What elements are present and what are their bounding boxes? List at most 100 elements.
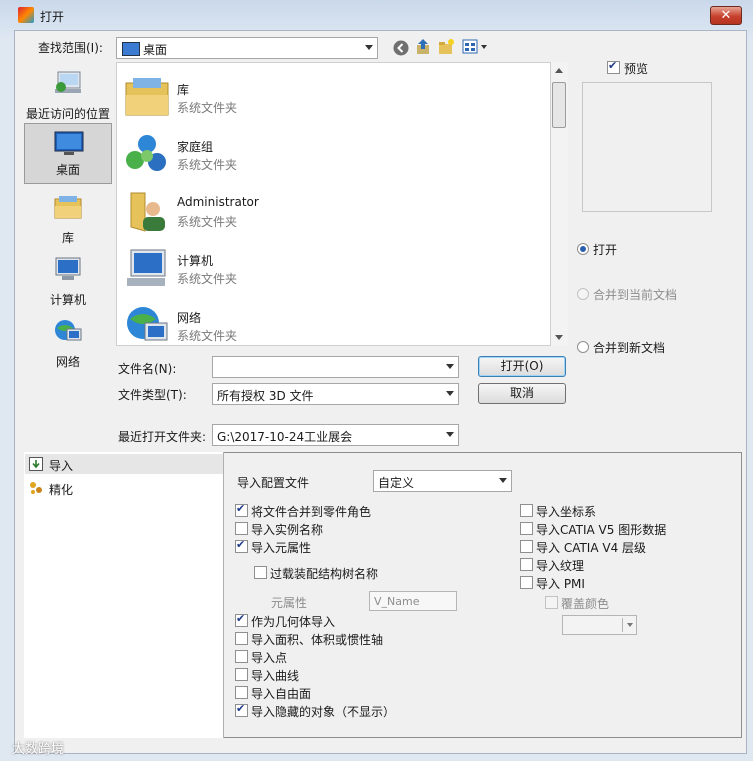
- place-label: 桌面: [55, 163, 80, 177]
- libraries-icon: [125, 78, 169, 116]
- homegroup-icon: [126, 135, 166, 171]
- look-in-combo[interactable]: 桌面: [116, 37, 378, 59]
- refine-icon: [30, 482, 42, 494]
- view-menu-icon[interactable]: [462, 39, 490, 55]
- merge-new-radio[interactable]: [577, 341, 589, 353]
- file-type: 系统文件夹: [177, 272, 238, 286]
- computer-icon: [55, 257, 81, 280]
- checkbox[interactable]: [235, 538, 248, 553]
- option-label: 作为几何体导入: [251, 615, 336, 629]
- option-label: 导入纹理: [536, 559, 585, 573]
- option-label: 覆盖颜色: [561, 597, 610, 611]
- meta-attribute-label: 元属性: [271, 596, 308, 610]
- checkbox[interactable]: [520, 504, 533, 517]
- close-button[interactable]: ✕: [710, 6, 742, 25]
- file-name: 家庭组: [177, 140, 214, 154]
- import-profile-label: 导入配置文件: [237, 476, 310, 490]
- option-label: 导入 CATIA V4 层级: [536, 541, 647, 555]
- place-label: 最近访问的位置: [25, 107, 110, 121]
- option-label: 导入CATIA V5 图形数据: [536, 523, 667, 537]
- checkbox[interactable]: [235, 668, 248, 681]
- look-in-value: 桌面: [143, 43, 168, 57]
- place-network[interactable]: 网络: [24, 312, 112, 370]
- checkbox[interactable]: [520, 576, 533, 589]
- place-label: 网络: [55, 355, 80, 369]
- scroll-thumb[interactable]: [552, 82, 566, 128]
- nav-item-import[interactable]: 导入: [25, 454, 223, 474]
- nav-item-refine[interactable]: 精化: [25, 478, 223, 498]
- checkbox[interactable]: [235, 522, 248, 535]
- list-item[interactable]: 库 系统文件夹: [117, 65, 537, 122]
- place-libraries[interactable]: 库: [24, 188, 112, 246]
- file-list[interactable]: 库 系统文件夹 家庭组 系统文件夹 Administrator 系统文件夹 计算…: [116, 62, 551, 346]
- list-item[interactable]: Administrator 系统文件夹: [117, 179, 537, 236]
- look-in-label: 查找范围(I):: [38, 41, 103, 55]
- place-computer[interactable]: 计算机: [24, 250, 112, 308]
- file-name: 库: [177, 83, 190, 97]
- filename-input[interactable]: [212, 356, 459, 378]
- up-folder-icon[interactable]: [414, 38, 432, 56]
- network-icon: [55, 320, 82, 341]
- list-item[interactable]: 计算机 系统文件夹: [117, 236, 537, 293]
- desktop-icon: [122, 42, 140, 56]
- meta-attribute-input[interactable]: V_Name: [369, 591, 457, 611]
- checkbox[interactable]: [520, 558, 533, 571]
- checkbox[interactable]: [235, 650, 248, 663]
- place-recent[interactable]: 最近访问的位置: [24, 64, 112, 122]
- override-color-picker[interactable]: [562, 615, 637, 635]
- scroll-down-icon[interactable]: [555, 335, 563, 340]
- option-label: 导入曲线: [251, 669, 300, 683]
- title-bar: 打开 ✕: [0, 0, 753, 32]
- filetype-value: 所有授权 3D 文件: [217, 389, 314, 403]
- libraries-icon: [54, 196, 82, 219]
- checkbox[interactable]: [520, 540, 533, 553]
- import-profile-select[interactable]: 自定义: [373, 470, 512, 492]
- place-desktop[interactable]: 桌面: [24, 123, 112, 184]
- recent-folder-select[interactable]: G:\2017-10-24工业展会: [212, 424, 459, 446]
- recent-folder-value: G:\2017-10-24工业展会: [217, 430, 353, 444]
- list-item[interactable]: 网络 系统文件夹: [117, 293, 537, 350]
- user-folder-icon: [130, 192, 165, 232]
- option-label: 导入元属性: [251, 541, 312, 555]
- option-label: 导入坐标系: [536, 505, 597, 519]
- checkbox[interactable]: [235, 632, 248, 645]
- back-icon[interactable]: [392, 39, 410, 57]
- option-label: 导入 PMI: [536, 577, 585, 591]
- filetype-label: 文件类型(T):: [118, 388, 187, 402]
- recent-folder-label: 最近打开文件夹:: [118, 430, 207, 444]
- checkbox[interactable]: [545, 596, 558, 609]
- file-name: 计算机: [177, 254, 214, 268]
- checkbox[interactable]: [235, 702, 248, 717]
- meta-attribute-value: V_Name: [374, 595, 420, 608]
- cancel-button[interactable]: 取消: [478, 383, 566, 404]
- list-item[interactable]: 家庭组 系统文件夹: [117, 122, 537, 179]
- checkbox[interactable]: [235, 686, 248, 699]
- preview-pane: [582, 82, 712, 212]
- option-label: 导入隐藏的对象（不显示）: [251, 705, 396, 719]
- filetype-select[interactable]: 所有授权 3D 文件: [212, 383, 459, 405]
- file-name: Administrator: [177, 195, 259, 209]
- file-type: 系统文件夹: [177, 158, 238, 172]
- checkbox[interactable]: [254, 566, 267, 579]
- scroll-up-icon[interactable]: [555, 68, 563, 73]
- merge-current-radio[interactable]: [577, 288, 589, 300]
- chevron-down-icon: [627, 623, 633, 627]
- file-name: 网络: [177, 311, 202, 325]
- option-label: 过载装配结构树名称: [270, 567, 379, 581]
- place-label: 库: [61, 231, 74, 245]
- nav-item-label: 导入: [49, 459, 74, 473]
- place-label: 计算机: [49, 293, 86, 307]
- checkbox[interactable]: [235, 502, 248, 517]
- checkbox[interactable]: [235, 612, 248, 627]
- app-icon: [18, 7, 34, 23]
- preview-checkbox[interactable]: [607, 59, 620, 74]
- nav-item-label: 精化: [49, 483, 74, 497]
- open-button[interactable]: 打开(O): [478, 356, 566, 377]
- checkbox[interactable]: [520, 522, 533, 535]
- import-icon: [29, 457, 43, 471]
- chevron-down-icon: [499, 478, 507, 483]
- new-folder-icon[interactable]: [437, 38, 455, 56]
- open-radio[interactable]: [577, 243, 589, 255]
- option-label: 导入实例名称: [251, 523, 324, 537]
- file-type: 系统文件夹: [177, 215, 238, 229]
